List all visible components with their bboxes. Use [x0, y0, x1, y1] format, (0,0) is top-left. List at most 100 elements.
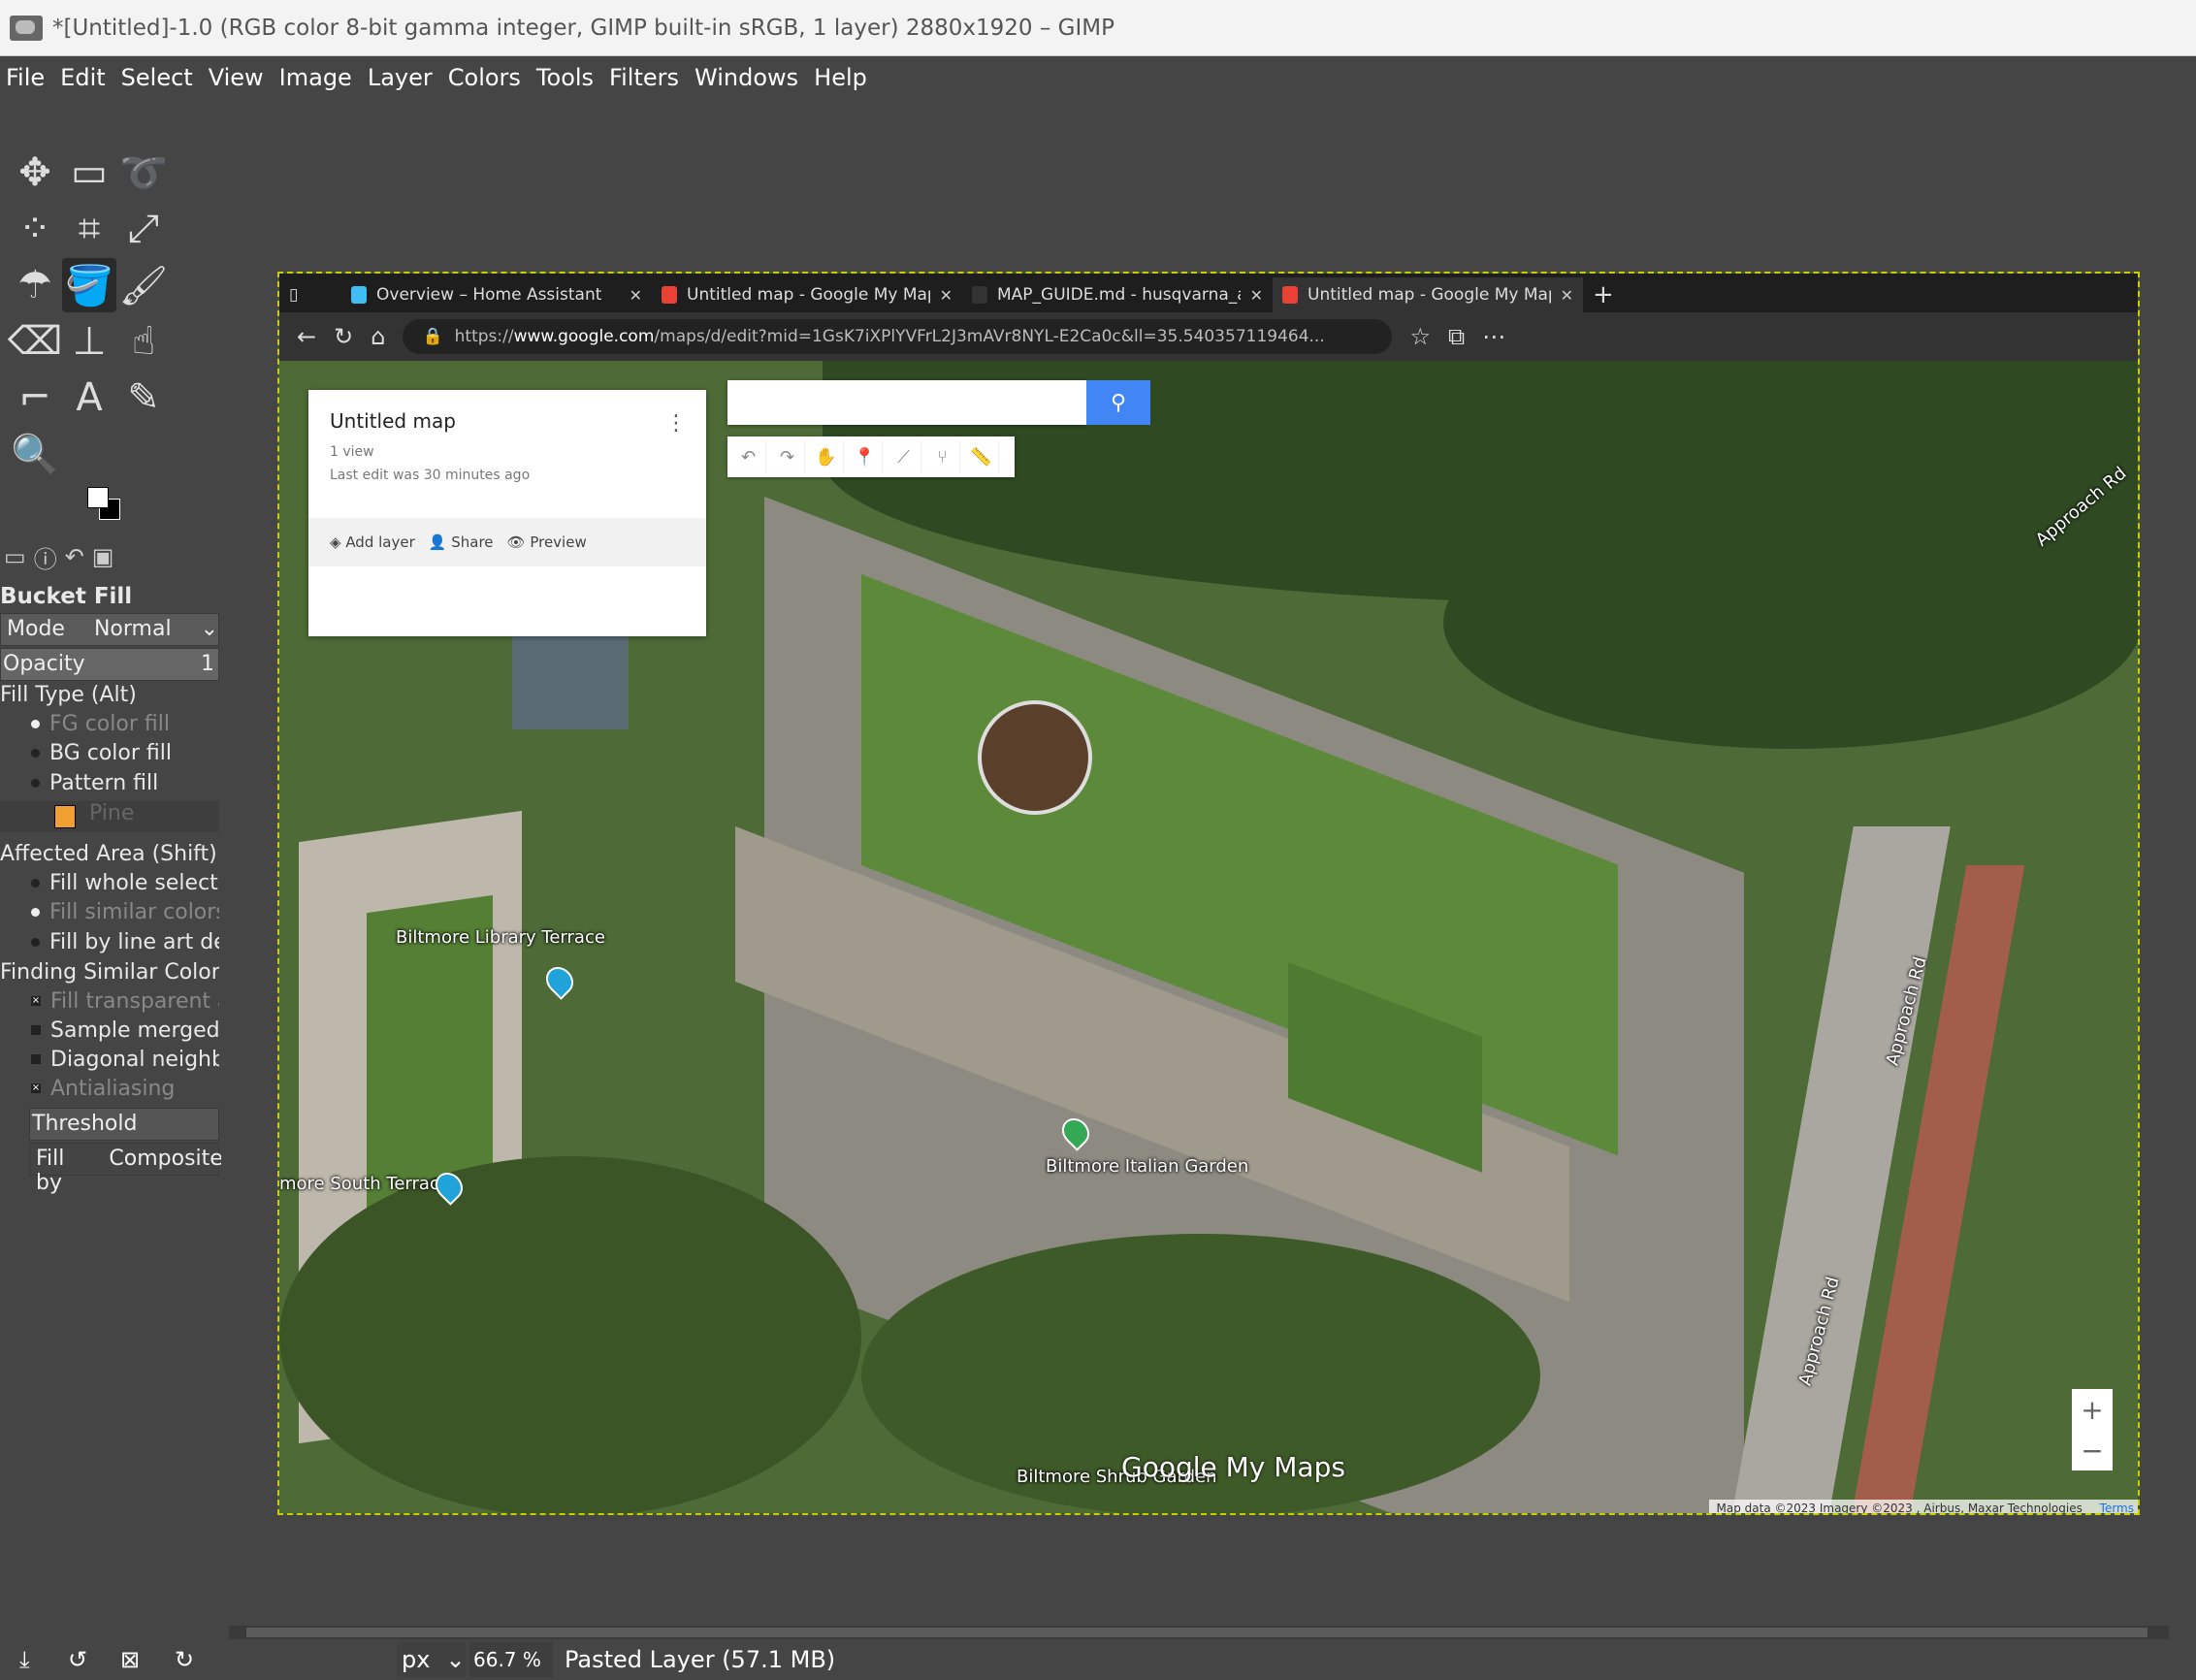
- more-icon[interactable]: ⋯: [1482, 323, 1505, 350]
- menu-help[interactable]: Help: [806, 64, 875, 91]
- zoom-in-icon[interactable]: +: [2081, 1394, 2103, 1426]
- undo-icon[interactable]: ↶: [731, 440, 766, 473]
- menu-file[interactable]: File: [0, 64, 52, 91]
- finding-similar-colors-label: Finding Similar Colors: [0, 960, 219, 985]
- back-icon[interactable]: ←: [297, 323, 316, 350]
- fill-by-combo[interactable]: Fill by Composite: [29, 1143, 223, 1195]
- close-tab-icon[interactable]: ✕: [630, 286, 642, 305]
- browser-tab[interactable]: Untitled map - Google My Maps ✕: [652, 277, 962, 312]
- close-tab-icon[interactable]: ✕: [1250, 286, 1263, 305]
- fill-whole-selection-radio[interactable]: Fill whole selection: [0, 871, 219, 895]
- zoom-tool-icon[interactable]: 🔍: [8, 427, 62, 481]
- color-picker-tool-icon[interactable]: ✎: [116, 371, 171, 425]
- device-status-tab-icon[interactable]: ⓘ: [34, 540, 57, 574]
- menu-image[interactable]: Image: [272, 64, 360, 91]
- restore-options-icon[interactable]: ↺: [68, 1646, 87, 1673]
- menu-colors[interactable]: Colors: [440, 64, 529, 91]
- threshold-slider[interactable]: Threshold: [29, 1108, 219, 1141]
- mode-combo[interactable]: Mode Normal ⌄: [0, 613, 219, 646]
- directions-icon[interactable]: ⑂: [925, 440, 960, 473]
- lasso-tool-icon[interactable]: ➰: [116, 145, 171, 200]
- delete-options-icon[interactable]: ⊠: [120, 1646, 140, 1673]
- new-tab-icon[interactable]: +: [1583, 277, 1631, 312]
- unit-combo[interactable]: px ⌄: [398, 1642, 466, 1677]
- label-library-terrace: Biltmore Library Terrace: [396, 927, 605, 948]
- search-button[interactable]: ⚲: [1086, 380, 1150, 425]
- fuzzy-select-tool-icon[interactable]: ⁘: [8, 202, 62, 256]
- hand-icon[interactable]: ✋: [809, 440, 844, 473]
- map-search-input[interactable]: [727, 380, 1086, 425]
- draw-line-icon[interactable]: ⟋: [887, 440, 921, 473]
- eraser-tool-icon[interactable]: ⌫: [8, 314, 63, 369]
- pasted-layer[interactable]: ▯ Overview – Home Assistant ✕ Untitled map…: [277, 272, 2140, 1515]
- pattern-selector[interactable]: Pine: [0, 801, 219, 832]
- clone-tool-icon[interactable]: ⊥: [62, 314, 116, 369]
- url-field[interactable]: 🔒 https://www.google.com/maps/d/edit?mid…: [403, 319, 1393, 354]
- smudge-tool-icon[interactable]: ☝: [116, 314, 171, 369]
- sidebar-toggle-icon[interactable]: ▯: [279, 277, 341, 312]
- save-options-icon[interactable]: ⤓: [19, 1646, 30, 1673]
- close-tab-icon[interactable]: ✕: [1561, 286, 1573, 305]
- pattern-fill-radio[interactable]: Pattern fill: [0, 771, 219, 795]
- add-layer-button[interactable]: ◈ Add layer: [330, 533, 415, 551]
- bg-color-fill-radio[interactable]: BG color fill: [0, 741, 219, 765]
- images-tab-icon[interactable]: ▣: [92, 543, 114, 570]
- menu-windows[interactable]: Windows: [687, 64, 806, 91]
- satellite-map[interactable]: Untitled map ⋮ 1 view Last edit was 30 m…: [279, 361, 2138, 1513]
- fill-similar-colors-radio[interactable]: Fill similar colors: [0, 900, 219, 924]
- fg-bg-color-swatch[interactable]: [85, 485, 130, 524]
- rect-select-tool-icon[interactable]: ▭: [62, 145, 116, 200]
- map-toolbar: ↶ ↷ ✋ 📍 ⟋ ⑂ 📏: [727, 436, 1015, 477]
- menu-filters[interactable]: Filters: [601, 64, 687, 91]
- browser-tab[interactable]: Untitled map - Google My Maps ✕: [1273, 277, 1583, 312]
- pin-library-icon[interactable]: [540, 961, 579, 1000]
- reset-options-icon[interactable]: ↻: [175, 1646, 194, 1673]
- move-tool-icon[interactable]: ✥: [8, 145, 62, 200]
- menu-view[interactable]: View: [201, 64, 272, 91]
- menu-select[interactable]: Select: [113, 64, 201, 91]
- menu-edit[interactable]: Edit: [52, 64, 113, 91]
- tool-options-tab-icon[interactable]: ▭: [4, 543, 26, 570]
- map-attribution: Map data ©2023 Imagery ©2023 , Airbus, M…: [1708, 1500, 2138, 1513]
- browser-tab[interactable]: MAP_GUIDE.md - husqvarna_automower ✕: [962, 277, 1273, 312]
- menu-layer[interactable]: Layer: [360, 64, 440, 91]
- antialiasing-checkbox[interactable]: × Antialiasing: [0, 1077, 219, 1101]
- crop-tool-icon[interactable]: ⌗: [62, 202, 116, 256]
- bucket-fill-tool-icon[interactable]: 🪣: [62, 258, 116, 312]
- horizontal-scrollbar[interactable]: [229, 1626, 2169, 1639]
- home-icon[interactable]: ⌂: [371, 323, 385, 350]
- map-title[interactable]: Untitled map: [330, 409, 456, 433]
- diagonal-neighbors-checkbox[interactable]: Diagonal neighbors: [0, 1048, 219, 1072]
- menu-tools[interactable]: Tools: [529, 64, 601, 91]
- warp-tool-icon[interactable]: ☂: [8, 258, 62, 312]
- panel-actions: ◈ Add layer 👤 Share 👁 Preview: [308, 518, 706, 566]
- title-bar: *[Untitled]-1.0 (RGB color 8-bit gamma i…: [0, 0, 2196, 56]
- reload-icon[interactable]: ↻: [334, 323, 353, 350]
- redo-icon[interactable]: ↷: [770, 440, 805, 473]
- browser-tab[interactable]: Overview – Home Assistant ✕: [341, 277, 652, 312]
- last-edit-text: Last edit was 30 minutes ago: [330, 468, 531, 483]
- terms-link[interactable]: Terms: [2100, 1502, 2134, 1513]
- close-tab-icon[interactable]: ✕: [940, 286, 953, 305]
- status-bar: ⤓ ↺ ⊠ ↻ px ⌄ 66.7 % Pasted Layer (57.1 M…: [0, 1639, 2196, 1680]
- fill-transparent-checkbox[interactable]: ×Fill transparent areas: [0, 989, 219, 1014]
- fill-line-art-radio[interactable]: Fill by line art detection: [0, 930, 219, 954]
- extensions-icon[interactable]: ⧉: [1448, 323, 1465, 350]
- opacity-slider[interactable]: Opacity 1: [0, 648, 219, 681]
- fg-color-fill-radio[interactable]: FG color fill: [0, 712, 219, 736]
- text-tool-icon[interactable]: A: [62, 371, 116, 425]
- undo-history-tab-icon[interactable]: ↶: [65, 543, 84, 570]
- url-host: www.google.com: [513, 327, 655, 346]
- map-options-icon[interactable]: ⋮: [665, 411, 687, 436]
- paintbrush-tool-icon[interactable]: 🖌: [116, 258, 171, 312]
- paths-tool-icon[interactable]: ⌐: [8, 371, 62, 425]
- ruler-icon[interactable]: 📏: [964, 440, 999, 473]
- share-button[interactable]: 👤 Share: [429, 533, 494, 551]
- preview-button[interactable]: 👁 Preview: [507, 533, 587, 551]
- sample-merged-checkbox[interactable]: Sample merged: [0, 1018, 219, 1043]
- zoom-out-icon[interactable]: −: [2081, 1435, 2103, 1467]
- favorite-star-icon[interactable]: ☆: [1409, 323, 1431, 350]
- marker-icon[interactable]: 📍: [848, 440, 883, 473]
- zoom-combo[interactable]: 66.7 %: [469, 1642, 553, 1677]
- transform-tool-icon[interactable]: ⤢: [116, 202, 171, 256]
